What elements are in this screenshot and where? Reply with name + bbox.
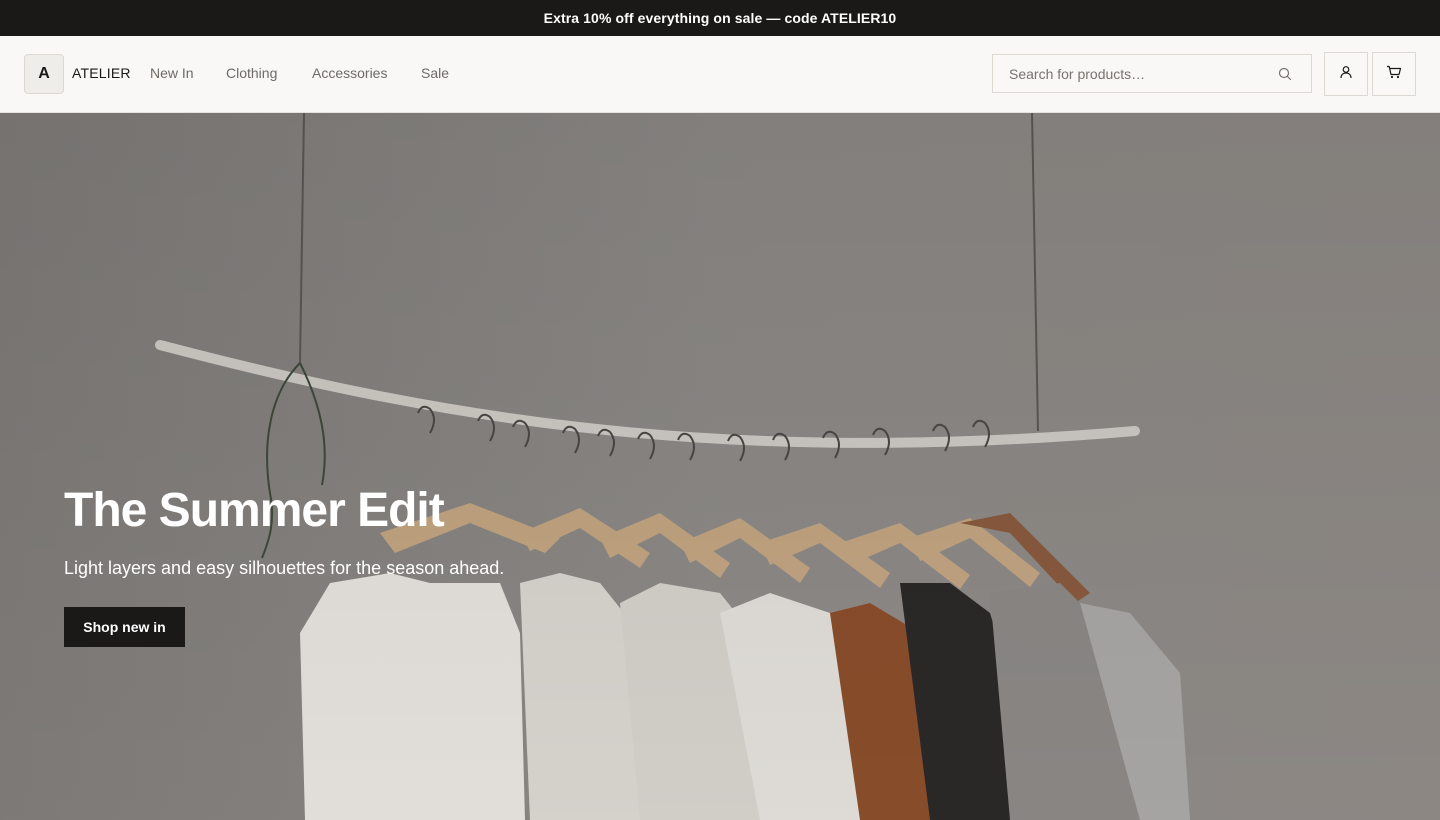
- hero-banner: The Summer Edit Light layers and easy si…: [0, 113, 1440, 820]
- hero-title: The Summer Edit: [64, 484, 445, 537]
- cart-icon: [1386, 65, 1402, 84]
- account-button[interactable]: [1324, 52, 1368, 96]
- search-icon[interactable]: [1278, 67, 1292, 81]
- nav-accessories[interactable]: Accessories: [312, 65, 387, 81]
- site-header: A ATELIER New In Clothing Accessories Sa…: [0, 36, 1440, 113]
- nav-clothing[interactable]: Clothing: [226, 65, 277, 81]
- brand-name[interactable]: ATELIER: [72, 65, 131, 81]
- hero-subtitle: Light layers and easy silhouettes for th…: [64, 558, 505, 578]
- nav-new-in[interactable]: New In: [150, 65, 194, 81]
- nav-sale[interactable]: Sale: [421, 65, 449, 81]
- search-input[interactable]: [993, 55, 1281, 92]
- hero-image: [0, 113, 1440, 820]
- logo-letter: A: [38, 65, 50, 82]
- cart-button[interactable]: [1372, 52, 1416, 96]
- shop-new-in-button[interactable]: Shop new in: [64, 607, 185, 647]
- promo-bar: Extra 10% off everything on sale — code …: [0, 0, 1440, 36]
- search-box: [992, 54, 1312, 93]
- promo-text: Extra 10% off everything on sale — code …: [543, 10, 897, 26]
- logo-mark[interactable]: A: [24, 54, 64, 94]
- user-icon: [1339, 65, 1353, 84]
